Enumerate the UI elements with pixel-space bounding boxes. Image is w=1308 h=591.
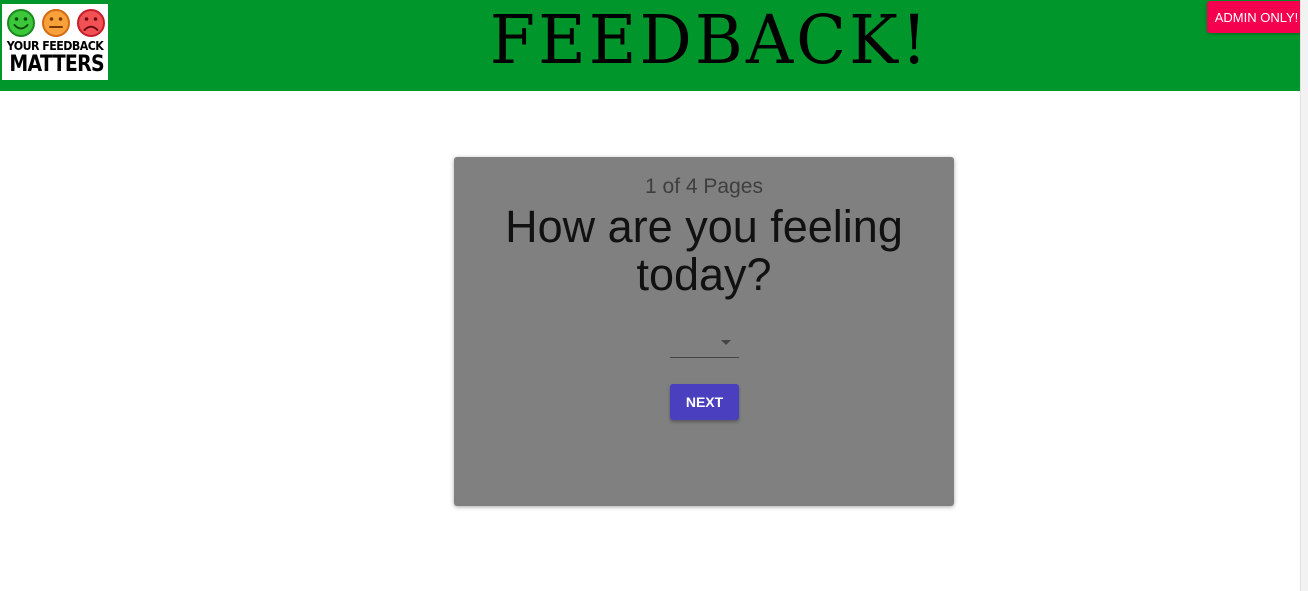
admin-only-button[interactable]: ADMIN ONLY!	[1207, 1, 1306, 33]
happy-face-icon	[7, 9, 35, 37]
page-title: FEEDBACK!	[292, 2, 1128, 80]
header-bar: YOUR FEEDBACK MATTERS FEEDBACK!	[0, 0, 1300, 91]
dropdown-arrow-icon	[721, 340, 731, 345]
question-heading: How are you feeling today?	[505, 201, 903, 300]
sad-face-icon	[77, 9, 105, 37]
logo-text-line2: MATTERS	[9, 52, 104, 77]
next-button[interactable]: NEXT	[670, 384, 739, 420]
neutral-face-icon	[42, 9, 70, 37]
vertical-scrollbar[interactable]	[1300, 0, 1308, 591]
faces-icon	[7, 9, 105, 37]
page-indicator: 1 of 4 Pages	[645, 175, 763, 198]
feedback-card: 1 of 4 Pages How are you feeling today? …	[454, 157, 954, 506]
logo-text-line1: YOUR FEEDBACK	[6, 39, 104, 53]
your-feedback-matters-logo: YOUR FEEDBACK MATTERS	[2, 4, 108, 80]
page-title-text: FEEDBACK!	[489, 2, 931, 80]
page: YOUR FEEDBACK MATTERS FEEDBACK! ADMIN ON…	[0, 0, 1308, 591]
feeling-select[interactable]	[670, 333, 739, 358]
